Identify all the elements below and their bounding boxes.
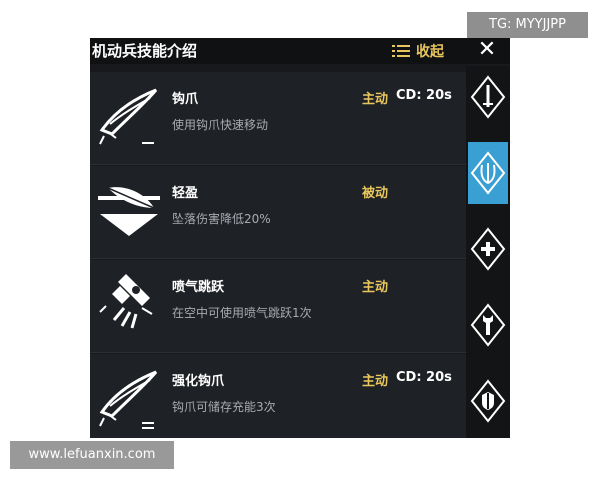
skill-desc: 钩爪可储存充能3次: [172, 400, 276, 414]
skill-row[interactable]: 钩爪 使用钩爪快速移动 主动 CD: 20s: [90, 72, 466, 165]
skill-cooldown: CD: 20s: [396, 370, 452, 385]
skill-row[interactable]: 强化钩爪 钩爪可储存充能3次 主动 CD: 20s: [90, 354, 466, 438]
page-title: 机动兵技能介绍: [92, 42, 198, 60]
class-tab-bar: [466, 66, 510, 438]
skill-type: 被动: [362, 186, 389, 201]
skill-panel: 机动兵技能介绍 收起 ✕ 钩爪 使用钩爪快速移动 主动 CD: 20s 轻盈 坠…: [90, 38, 510, 438]
site-watermark: www.lefuanxin.com: [10, 441, 174, 469]
wrench-icon: [470, 303, 506, 347]
close-button[interactable]: ✕: [476, 38, 498, 62]
plus-icon: [470, 227, 506, 271]
collapse-button[interactable]: 收起: [392, 41, 444, 61]
tab-mobile-soldier[interactable]: [468, 142, 508, 204]
feather-icon: [98, 187, 160, 236]
panel-header: 机动兵技能介绍 收起 ✕: [90, 38, 510, 64]
mobile-soldier-icon: [470, 151, 506, 195]
collapse-label: 收起: [416, 44, 444, 60]
telegram-badge: TG: MYYJJPP: [467, 12, 588, 38]
jetpack-icon: [99, 274, 153, 329]
skill-desc: 在空中可使用喷气跳跃1次: [172, 306, 312, 320]
enhanced-hook-icon: [99, 370, 158, 429]
close-icon: ✕: [477, 38, 497, 62]
skill-name: 钩爪: [172, 92, 199, 107]
tab-medic[interactable]: [468, 218, 508, 280]
skill-name: 强化钩爪: [172, 374, 225, 389]
grappling-hook-icon: [99, 88, 158, 145]
tab-defender[interactable]: [468, 370, 508, 432]
list-icon: [392, 45, 410, 57]
tab-dagger[interactable]: [468, 66, 508, 128]
tab-engineer[interactable]: [468, 294, 508, 356]
skill-row[interactable]: 喷气跳跃 在空中可使用喷气跳跃1次 主动: [90, 260, 466, 353]
skill-name: 喷气跳跃: [172, 280, 225, 295]
skill-type: 主动: [362, 280, 389, 295]
skill-name: 轻盈: [172, 186, 199, 201]
skill-row[interactable]: 轻盈 坠落伤害降低20% 被动: [90, 166, 466, 259]
skill-type: 主动: [362, 92, 389, 107]
skill-desc: 坠落伤害降低20%: [172, 212, 271, 226]
skill-desc: 使用钩爪快速移动: [172, 118, 269, 132]
dagger-icon: [470, 75, 506, 119]
skill-cooldown: CD: 20s: [396, 88, 452, 103]
skill-type: 主动: [362, 374, 389, 389]
shield-icon: [470, 379, 506, 423]
skill-list: 钩爪 使用钩爪快速移动 主动 CD: 20s 轻盈 坠落伤害降低20% 被动 喷…: [90, 66, 466, 438]
